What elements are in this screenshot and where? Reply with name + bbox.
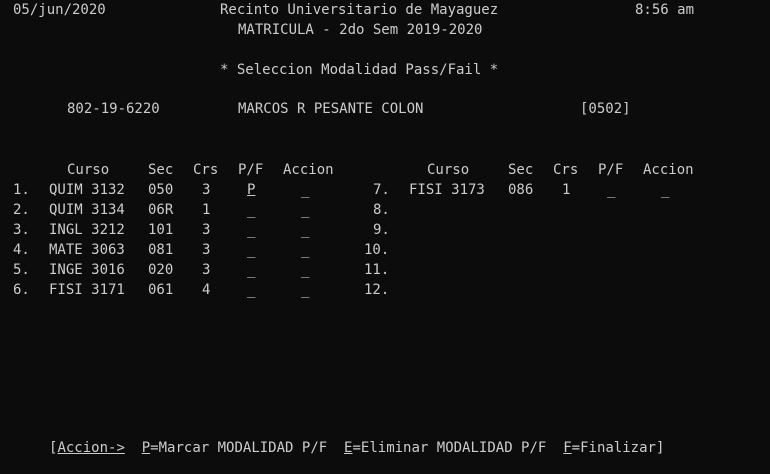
pf-field[interactable]: _ — [247, 220, 255, 240]
key-e-desc: =Eliminar MODALIDAD P/F — [352, 440, 547, 456]
section: 050 — [148, 182, 174, 198]
section: 06R — [148, 202, 174, 218]
col-header-accion-right: Accion — [643, 162, 694, 178]
col-header-sec-right: Sec — [508, 162, 534, 178]
date: 05/jun/2020 — [13, 2, 106, 18]
pf-field[interactable]: _ — [247, 240, 255, 260]
accion-input-label[interactable]: Accion-> — [57, 440, 124, 456]
section: 061 — [148, 282, 174, 298]
col-header-crs-right: Crs — [553, 162, 579, 178]
course-code: QUIM 3132 — [49, 182, 125, 198]
section: 101 — [148, 222, 174, 238]
section: 020 — [148, 262, 174, 278]
bar-close-bracket: ] — [655, 440, 665, 456]
row-number: 11. — [364, 262, 390, 278]
command-bar: [Accion-> P=Marcar MODALIDAD P/F E=Elimi… — [49, 438, 664, 458]
student-name: MARCOS R PESANTE COLON — [238, 101, 424, 117]
pf-field[interactable]: P — [247, 180, 255, 200]
accion-field[interactable]: _ — [301, 260, 309, 280]
pf-field[interactable]: _ — [247, 280, 255, 300]
col-header-crs: Crs — [193, 162, 219, 178]
key-p: P — [141, 440, 151, 456]
accion-field[interactable]: _ — [301, 180, 309, 200]
accion-field[interactable]: _ — [301, 220, 309, 240]
col-header-pf: P/F — [238, 162, 264, 178]
pf-field[interactable]: _ — [247, 260, 255, 280]
credits: 3 — [202, 222, 211, 238]
key-p-desc: =Marcar MODALIDAD P/F — [150, 440, 328, 456]
accion-field[interactable]: _ — [661, 180, 669, 200]
row-number: 8. — [373, 202, 390, 218]
pf-field[interactable]: _ — [607, 180, 615, 200]
section: 081 — [148, 242, 174, 258]
credits: 4 — [202, 282, 211, 298]
col-header-sec: Sec — [148, 162, 174, 178]
accion-field[interactable]: _ — [301, 200, 309, 220]
row-number: 4. — [13, 242, 30, 258]
row-number: 2. — [13, 202, 30, 218]
course-code: INGE 3016 — [49, 262, 125, 278]
row-number: 3. — [13, 222, 30, 238]
col-header-curso: Curso — [67, 162, 110, 178]
col-header-pf-right: P/F — [598, 162, 624, 178]
credits: 3 — [202, 182, 211, 198]
credits: 3 — [202, 262, 211, 278]
course-code: INGL 3212 — [49, 222, 125, 238]
course-code: FISI 3171 — [49, 282, 125, 298]
accion-field[interactable]: _ — [301, 280, 309, 300]
key-f: F — [563, 440, 572, 456]
row-number: 1. — [13, 182, 30, 198]
course-code: MATE 3063 — [49, 242, 125, 258]
screen-title: * Seleccion Modalidad Pass/Fail * — [220, 62, 499, 78]
student-id: 802-19-6220 — [67, 101, 160, 117]
credits: 1 — [202, 202, 211, 218]
student-code: [0502] — [580, 101, 631, 117]
course-code: FISI 3173 — [409, 182, 485, 198]
row-number: 5. — [13, 262, 30, 278]
accion-field[interactable]: _ — [301, 240, 309, 260]
col-header-accion: Accion — [283, 162, 334, 178]
row-number: 6. — [13, 282, 30, 298]
section: 086 — [508, 182, 534, 198]
institution-title: Recinto Universitario de Mayaguez — [220, 2, 499, 18]
credits: 3 — [202, 242, 211, 258]
page-subtitle: MATRICULA - 2do Sem 2019-2020 — [238, 22, 483, 38]
pf-field[interactable]: _ — [247, 200, 255, 220]
row-number: 7. — [373, 182, 390, 198]
course-code: QUIM 3134 — [49, 202, 125, 218]
row-number: 12. — [364, 282, 390, 298]
row-number: 10. — [364, 242, 390, 258]
row-number: 9. — [373, 222, 390, 238]
col-header-curso-right: Curso — [427, 162, 470, 178]
credits: 1 — [562, 182, 571, 198]
key-f-desc: =Finalizar — [571, 440, 656, 456]
clock-time: 8:56 am — [635, 2, 695, 18]
